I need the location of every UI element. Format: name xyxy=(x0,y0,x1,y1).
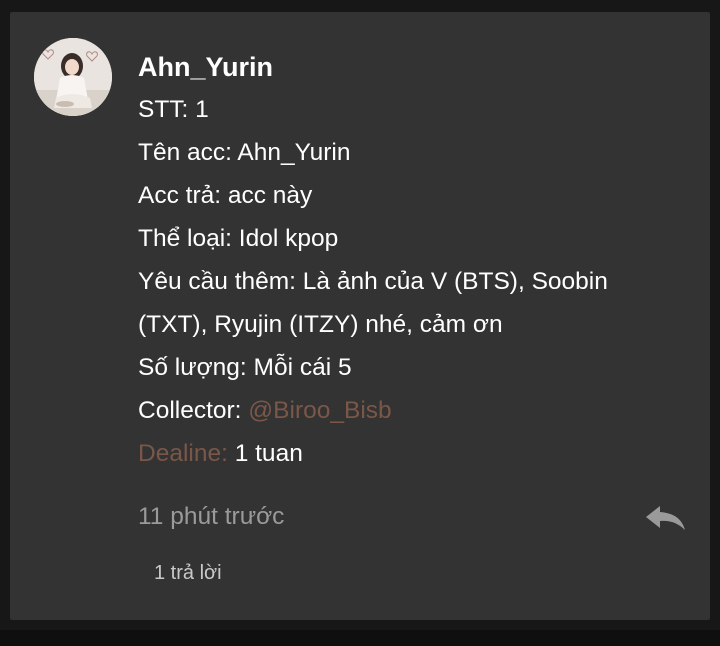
field-collector: Collector: @Biroo_Bisb xyxy=(138,389,678,432)
avatar-image xyxy=(34,38,112,116)
view-replies-link[interactable]: 1 trả lời xyxy=(154,558,222,588)
comment-timestamp: 11 phút trước xyxy=(138,503,285,530)
collector-mention-link[interactable]: @Biroo_Bisb xyxy=(248,397,391,424)
field-ten-acc: Tên acc: Ahn_Yurin xyxy=(138,139,351,166)
field-yeu-cau: Yêu cầu thêm: Là ảnh của V (BTS), Soobin… xyxy=(138,268,608,338)
field-deadline: Dealine: 1 tuan xyxy=(138,432,678,475)
deadline-value: 1 tuan xyxy=(227,440,303,467)
field-stt: STT: 1 xyxy=(138,96,209,123)
author-name[interactable]: Ahn_Yurin xyxy=(138,52,678,82)
comment-card: Ahn_Yurin STT: 1 Tên acc: Ahn_Yurin Acc … xyxy=(10,12,710,620)
deadline-hashtag-link[interactable]: Dealine: xyxy=(138,440,228,467)
bottom-bar xyxy=(0,630,720,646)
field-so-luong: Số lượng: Mỗi cái 5 xyxy=(138,354,352,381)
comment-body: Ahn_Yurin STT: 1 Tên acc: Ahn_Yurin Acc … xyxy=(138,52,678,475)
field-acc-tra: Acc trả: acc này xyxy=(138,182,313,209)
collector-label: Collector: xyxy=(138,397,249,424)
field-the-loai: Thể loại: Idol kpop xyxy=(138,225,339,252)
avatar[interactable] xyxy=(34,38,112,116)
reply-arrow-icon[interactable] xyxy=(642,502,688,534)
